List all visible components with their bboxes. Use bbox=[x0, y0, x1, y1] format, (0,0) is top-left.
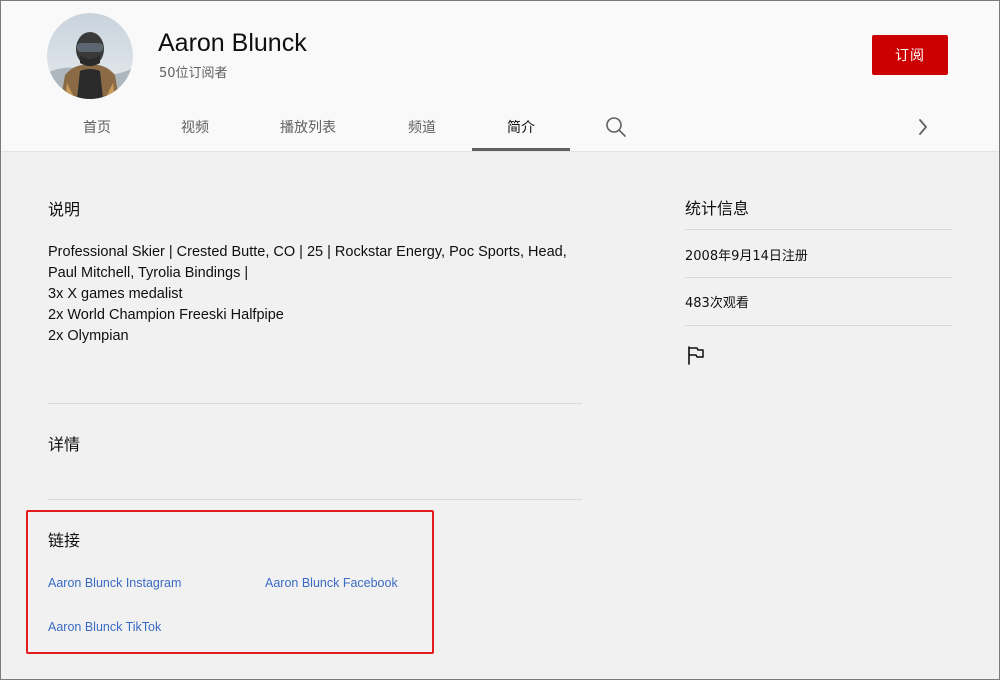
flag-icon[interactable] bbox=[685, 344, 707, 366]
subscribe-button[interactable]: 订阅 bbox=[872, 35, 948, 75]
divider bbox=[685, 229, 953, 230]
joined-date: 2008年9月14日注册 bbox=[685, 249, 808, 264]
description-line: 2x Olympian bbox=[48, 328, 129, 344]
divider bbox=[48, 403, 582, 404]
divider bbox=[685, 277, 953, 278]
channel-header: Aaron Blunck 50位订阅者 订阅 首页 视频 播放列表 频道 简介 bbox=[1, 1, 999, 152]
channel-about-page: Aaron Blunck 50位订阅者 订阅 首页 视频 播放列表 频道 简介 … bbox=[0, 0, 1000, 680]
avatar[interactable] bbox=[47, 13, 133, 99]
divider bbox=[685, 325, 953, 326]
chevron-right-icon[interactable] bbox=[911, 115, 935, 139]
tab-home[interactable]: 首页 bbox=[64, 105, 130, 151]
links-highlight-box bbox=[26, 510, 434, 654]
avatar-photo bbox=[47, 13, 133, 99]
details-heading: 详情 bbox=[48, 435, 81, 454]
channel-name: Aaron Blunck bbox=[158, 29, 307, 57]
subscriber-count: 50位订阅者 bbox=[159, 66, 228, 81]
divider bbox=[48, 499, 582, 500]
description-line: 3x X games medalist bbox=[48, 286, 183, 302]
tab-about[interactable]: 简介 bbox=[472, 105, 570, 151]
description-line: 2x World Champion Freeski Halfpipe bbox=[48, 307, 284, 323]
tab-videos[interactable]: 视频 bbox=[162, 105, 228, 151]
tab-channels[interactable]: 频道 bbox=[389, 105, 455, 151]
description-text: Professional Skier | Crested Butte, CO |… bbox=[48, 242, 588, 347]
view-count: 483次观看 bbox=[685, 296, 749, 311]
search-icon[interactable] bbox=[604, 115, 628, 139]
stats-heading: 统计信息 bbox=[685, 199, 750, 218]
description-line: Paul Mitchell, Tyrolia Bindings | bbox=[48, 265, 249, 281]
description-line: Professional Skier | Crested Butte, CO |… bbox=[48, 244, 567, 260]
description-heading: 说明 bbox=[48, 200, 81, 219]
tab-playlists[interactable]: 播放列表 bbox=[263, 105, 353, 151]
